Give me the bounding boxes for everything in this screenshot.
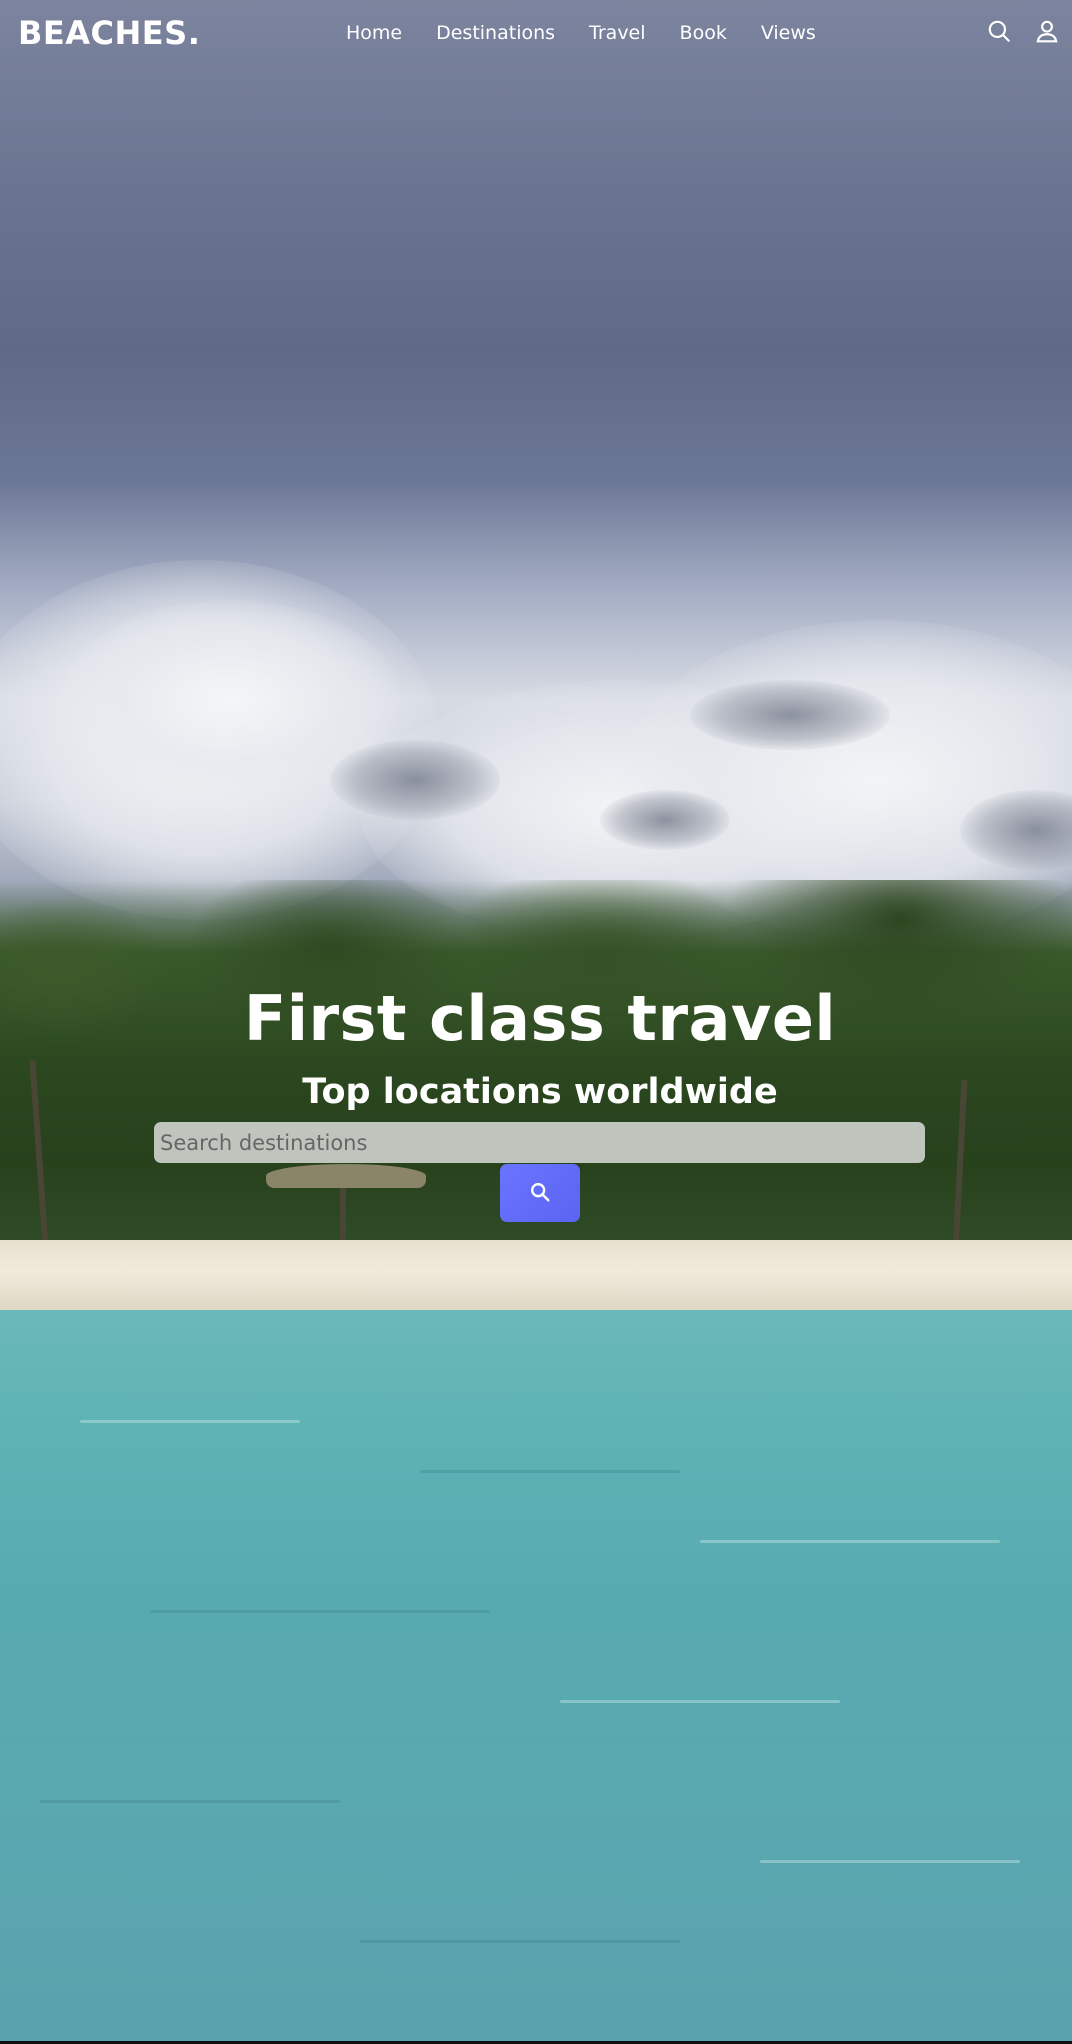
nav-icons <box>986 18 1060 44</box>
top-navigation: BEACHES. Home Destinations Travel Book V… <box>0 0 1072 72</box>
nav-link-destinations[interactable]: Destinations <box>436 22 555 44</box>
water-ripple <box>700 1540 1000 1543</box>
nav-link-book[interactable]: Book <box>680 22 727 44</box>
water-ripple <box>40 1800 340 1803</box>
cloud <box>600 790 730 850</box>
cloud <box>690 680 890 750</box>
beach-umbrella <box>266 1164 426 1188</box>
hero-title: First class travel <box>243 982 837 1055</box>
brand-logo[interactable]: BEACHES. <box>18 14 200 52</box>
sand-beach <box>0 1240 1072 1320</box>
nav-link-home[interactable]: Home <box>346 22 402 44</box>
water-ripple <box>420 1470 680 1473</box>
water-ripple <box>360 1940 680 1943</box>
search-submit-button[interactable] <box>500 1164 580 1222</box>
nav-link-travel[interactable]: Travel <box>589 22 645 44</box>
nav-link-views[interactable]: Views <box>761 22 816 44</box>
water-ripple <box>760 1860 1020 1863</box>
destination-search-input[interactable] <box>154 1122 925 1163</box>
search-icon[interactable] <box>986 18 1012 44</box>
hero-subtitle: Top locations worldwide <box>302 1072 778 1112</box>
water-ripple <box>150 1610 490 1613</box>
landing-page: BEACHES. Home Destinations Travel Book V… <box>0 0 1072 2044</box>
cloud <box>330 740 500 820</box>
water-ripple <box>80 1420 300 1423</box>
water-ripple <box>560 1700 840 1703</box>
user-icon[interactable] <box>1034 18 1060 44</box>
search-icon <box>529 1181 551 1206</box>
nav-links: Home Destinations Travel Book Views <box>346 22 850 44</box>
